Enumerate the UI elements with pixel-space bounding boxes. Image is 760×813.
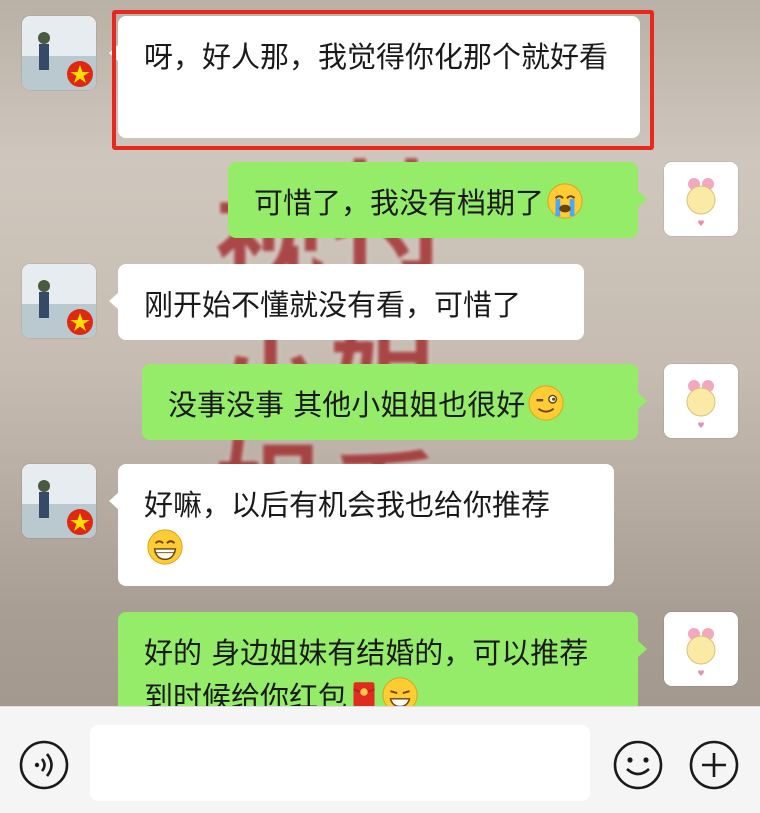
grinning-face-icon	[147, 529, 183, 565]
add-icon[interactable]	[688, 739, 740, 791]
message-bubble[interactable]: 刚开始不懂就没有看，可惜了	[109, 264, 584, 340]
svg-text:♥: ♥	[697, 421, 704, 430]
voice-icon[interactable]	[18, 739, 70, 791]
emoji-icon[interactable]	[612, 739, 664, 791]
contact-avatar[interactable]	[22, 464, 96, 538]
message-text: 好嘛，以后有机会我也给你推荐	[144, 488, 551, 522]
user-avatar[interactable]: ♥	[664, 364, 738, 438]
user-avatar[interactable]: ♥	[664, 162, 738, 236]
svg-text:♥: ♥	[697, 669, 704, 678]
winking-face-icon	[528, 385, 564, 421]
user-avatar[interactable]: ♥	[664, 612, 738, 686]
chat-input-bar	[0, 706, 760, 813]
message-bubble[interactable]: 可惜了，我没有档期了	[228, 162, 647, 238]
message-bubble[interactable]: 没事没事 其他小姐姐也很好	[142, 364, 647, 440]
message-text: 刚开始不懂就没有看，可惜了	[144, 288, 522, 322]
message-text: 可惜了，我没有档期了	[254, 186, 545, 220]
highlight-box	[112, 10, 654, 150]
message-bubble[interactable]: 好嘛，以后有机会我也给你推荐	[109, 464, 614, 586]
crying-face-icon	[547, 183, 583, 219]
contact-avatar[interactable]	[22, 16, 96, 90]
message-input[interactable]	[90, 725, 590, 801]
svg-text:♥: ♥	[697, 219, 704, 228]
message-text: 没事没事 其他小姐姐也很好	[168, 388, 526, 422]
contact-avatar[interactable]	[22, 264, 96, 338]
